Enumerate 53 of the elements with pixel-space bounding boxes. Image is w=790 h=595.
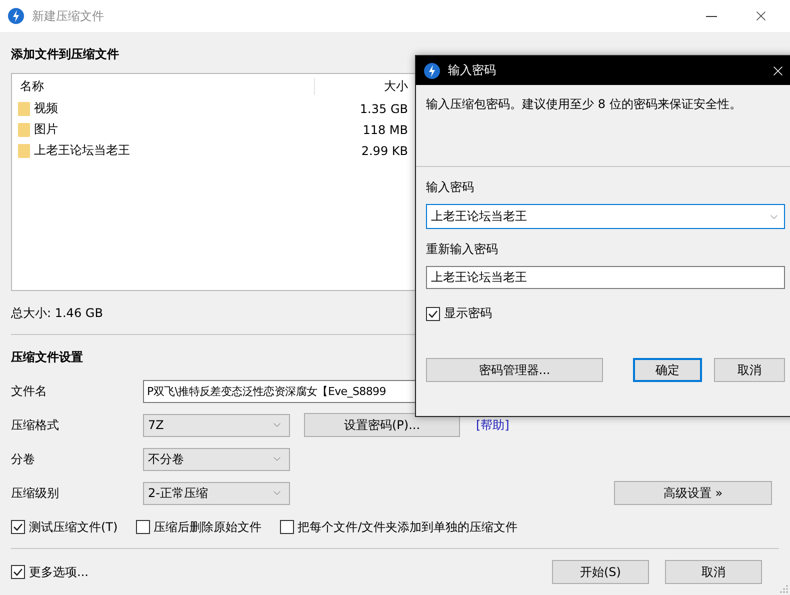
file-size: 2.99 KB: [360, 144, 409, 158]
dialog-title: 输入密码: [448, 62, 497, 79]
file-size: 118 MB: [362, 122, 409, 136]
checkbox[interactable]: [11, 520, 25, 534]
resize-grip-icon: [780, 585, 788, 593]
folder-icon: [18, 143, 30, 158]
checkbox-label: 显示密码: [444, 305, 492, 322]
app-logo-icon: [8, 8, 24, 24]
confirm-password-field[interactable]: 上老王论坛当老王: [426, 266, 785, 289]
dialog-button[interactable]: 密码管理器...: [426, 358, 603, 382]
footer-button[interactable]: 开始(S): [552, 560, 649, 584]
field-label: 重新输入密码: [426, 242, 498, 256]
checkbox[interactable]: [426, 306, 440, 320]
help-link[interactable]: [帮助]: [476, 416, 510, 434]
checkbox-label: 更多选项...: [29, 564, 88, 580]
checkbox-label: 测试压缩文件(T): [29, 518, 118, 536]
file-name-field[interactable]: P双飞\推特反差变态泛性恋资深腐女【Eve_S8899: [143, 380, 417, 402]
field-label: 分卷: [11, 450, 36, 468]
advanced-settings-button[interactable]: 高级设置 »: [614, 481, 772, 505]
folder-icon: [18, 101, 30, 116]
section-title: 压缩文件设置: [11, 349, 84, 366]
file-name: 视频: [34, 100, 58, 117]
check-icon: [13, 567, 23, 577]
check-icon: [13, 522, 23, 532]
option-checkbox[interactable]: 测试压缩文件(T): [11, 518, 118, 536]
dialog-button[interactable]: 取消: [714, 358, 785, 382]
checkbox[interactable]: [136, 520, 150, 534]
section-title: 添加文件到压缩文件: [11, 46, 120, 63]
password-field[interactable]: 上老王论坛当老王: [426, 204, 785, 229]
field-label: 压缩格式: [11, 416, 60, 434]
dialog-button[interactable]: 确定: [633, 358, 702, 382]
dropdown[interactable]: 2-正常压缩: [143, 482, 290, 504]
field-label: 压缩级别: [11, 484, 60, 502]
total-size: 总大小: 1.46 GB: [11, 305, 103, 322]
footer-button[interactable]: 取消: [665, 560, 762, 584]
set-password-button[interactable]: 设置密码(P)...: [304, 413, 460, 437]
column-header[interactable]: 名称: [12, 78, 314, 94]
checkbox[interactable]: [280, 520, 294, 534]
dialog-description: 输入压缩包密码。建议使用至少 8 位的密码来保证安全性。: [426, 97, 742, 111]
field-label: 输入密码: [426, 180, 474, 194]
checkbox[interactable]: [11, 565, 25, 579]
file-name: 上老王论坛当老王: [34, 142, 130, 159]
dropdown[interactable]: 不分卷: [143, 448, 290, 470]
dropdown[interactable]: 7Z: [143, 414, 290, 436]
check-icon: [428, 308, 438, 318]
field-label: 文件名: [11, 382, 48, 400]
folder-icon: [18, 122, 30, 137]
show-password-checkbox[interactable]: 显示密码: [426, 305, 786, 322]
file-name: 图片: [34, 121, 58, 138]
app-logo-icon: [424, 62, 440, 78]
window-title: 新建压缩文件: [32, 8, 105, 24]
more-options-checkbox[interactable]: 更多选项...: [11, 564, 88, 580]
file-size: 1.35 GB: [358, 102, 409, 116]
